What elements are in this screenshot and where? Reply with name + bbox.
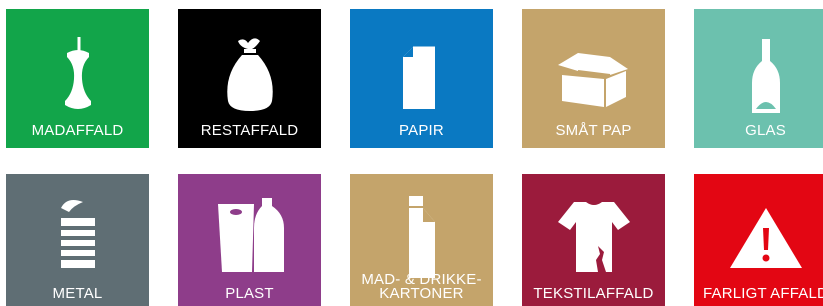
tile-label: PLAST — [225, 285, 274, 302]
torn-shirt-icon — [522, 194, 665, 278]
cardboard-box-icon — [522, 35, 665, 119]
tile-label: PAPIR — [399, 122, 444, 139]
tile-label: TEKSTILAFFALD — [533, 285, 654, 302]
apple-core-icon — [6, 35, 149, 119]
warning-triangle-icon — [694, 194, 823, 278]
tile-plast: PLAST — [178, 174, 321, 306]
plastic-bag-bottle-icon — [178, 194, 321, 278]
tile-label: SMÅT PAP — [555, 122, 632, 139]
trash-bag-icon — [178, 35, 321, 119]
paper-sheet-icon — [350, 35, 493, 119]
tile-farligt-affald: FARLIGT AFFALD — [694, 174, 823, 306]
tile-label: MADAFFALD — [31, 122, 124, 139]
tile-metal: METAL — [6, 174, 149, 306]
tile-papir: PAPIR — [350, 9, 493, 148]
tin-can-icon — [6, 194, 149, 278]
tile-glas: GLAS — [694, 9, 823, 148]
tile-label: MAD- & DRIKKE- KARTONER — [350, 272, 493, 302]
tile-label: RESTAFFALD — [200, 122, 299, 139]
tile-madaffald: MADAFFALD — [6, 9, 149, 148]
glass-bottle-icon — [694, 35, 823, 119]
tile-restaffald: RESTAFFALD — [178, 9, 321, 148]
tile-kartoner: MAD- & DRIKKE- KARTONER — [350, 174, 493, 306]
tile-tekstilaffald: TEKSTILAFFALD — [522, 174, 665, 306]
tile-label: GLAS — [745, 122, 786, 139]
tile-label: METAL — [52, 285, 103, 302]
tile-label-line2: KARTONER — [379, 285, 464, 302]
tile-label: FARLIGT AFFALD — [702, 285, 823, 302]
tile-smaat-pap: SMÅT PAP — [522, 9, 665, 148]
drink-carton-icon — [350, 194, 493, 278]
